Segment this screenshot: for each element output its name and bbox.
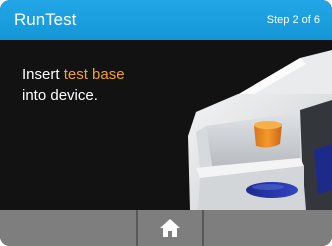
home-icon [160, 219, 180, 237]
instruction-line2: into device. [22, 87, 98, 104]
left-nav-button[interactable] [0, 210, 136, 246]
screen-title: RunTest [14, 10, 77, 29]
test-base-cup [254, 121, 282, 148]
step-indicator: Step 2 of 6 [266, 14, 320, 26]
home-button[interactable] [138, 210, 202, 246]
right-nav-button[interactable] [204, 210, 332, 246]
device-screen: RunTest Step 2 of 6 Insert test base int… [0, 0, 332, 246]
blue-slot [246, 182, 298, 198]
bottom-nav-bar [0, 210, 332, 246]
instruction-prefix: Insert [22, 66, 64, 83]
content-area: Insert test base into device. [0, 40, 332, 210]
instruction-text: Insert test base into device. [22, 64, 202, 106]
header-bar: RunTest Step 2 of 6 [0, 0, 332, 40]
instruction-highlight: test base [63, 66, 125, 83]
